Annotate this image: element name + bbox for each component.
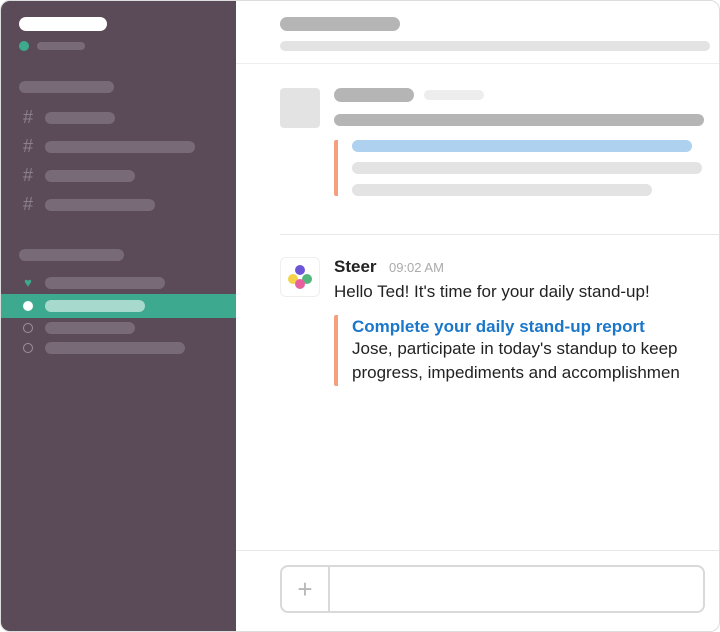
hash-icon: # [19, 107, 37, 128]
hash-icon: # [19, 136, 37, 157]
dms-heading [19, 249, 124, 261]
channel-name-placeholder [45, 141, 195, 153]
channel-topic-placeholder [280, 41, 710, 51]
timestamp-placeholder [424, 90, 484, 100]
message-composer[interactable]: + [280, 565, 705, 613]
message-list: Steer 09:02 AM Hello Ted! It's time for … [236, 64, 719, 544]
dm-name-placeholder [45, 342, 185, 354]
channel-name-placeholder [45, 112, 115, 124]
sidebar: # # # # ♥ [1, 1, 236, 631]
dm-name-placeholder [45, 277, 165, 289]
presence-dot-icon [19, 41, 29, 51]
message-input[interactable] [330, 567, 703, 611]
dm-item[interactable] [1, 318, 236, 338]
steer-avatar-icon [280, 257, 320, 297]
attachment-link[interactable]: Complete your daily stand-up report [352, 315, 719, 337]
dm-item[interactable] [1, 338, 236, 358]
channel-title-placeholder [280, 17, 400, 31]
dm-name-placeholder [45, 300, 145, 312]
channels-heading [19, 81, 114, 93]
hash-icon: # [19, 165, 37, 186]
dm-name-placeholder [45, 322, 135, 334]
channel-item[interactable]: # [1, 190, 236, 219]
active-dot-icon [23, 301, 33, 311]
attachment-line-placeholder [352, 162, 702, 174]
heart-icon: ♥ [19, 275, 37, 290]
composer-area: + [236, 551, 719, 631]
message-text: Hello Ted! It's time for your daily stan… [334, 280, 719, 305]
hash-icon: # [19, 194, 37, 215]
message-steer: Steer 09:02 AM Hello Ted! It's time for … [280, 257, 719, 386]
message-placeholder [280, 88, 719, 206]
attachment-description: Jose, participate in today's standup to … [352, 337, 719, 386]
channel-name-placeholder [45, 170, 135, 182]
message-attachment: Complete your daily stand-up report Jose… [334, 315, 719, 386]
text-line-placeholder [334, 114, 704, 126]
plus-icon: + [297, 574, 312, 605]
author-name[interactable]: Steer [334, 257, 377, 276]
channel-item[interactable]: # [1, 103, 236, 132]
dm-item[interactable]: ♥ [1, 271, 236, 294]
attach-button[interactable]: + [282, 567, 330, 611]
workspace-title[interactable] [19, 17, 107, 31]
dm-item-active[interactable] [1, 294, 236, 318]
author-placeholder [334, 88, 414, 102]
avatar-placeholder [280, 88, 320, 128]
app-root: # # # # ♥ [0, 0, 720, 632]
away-ring-icon [23, 323, 33, 333]
username-placeholder [37, 42, 85, 50]
away-ring-icon [23, 343, 33, 353]
message-divider [280, 234, 719, 235]
channel-name-placeholder [45, 199, 155, 211]
message-timestamp: 09:02 AM [389, 260, 444, 275]
channel-item[interactable]: # [1, 132, 236, 161]
channel-item[interactable]: # [1, 161, 236, 190]
channel-header [236, 1, 719, 64]
attachment-line-placeholder [352, 184, 652, 196]
user-presence[interactable] [19, 41, 236, 51]
attachment-placeholder [334, 140, 719, 196]
main-panel: Steer 09:02 AM Hello Ted! It's time for … [236, 1, 719, 631]
attachment-line-placeholder [352, 140, 692, 152]
